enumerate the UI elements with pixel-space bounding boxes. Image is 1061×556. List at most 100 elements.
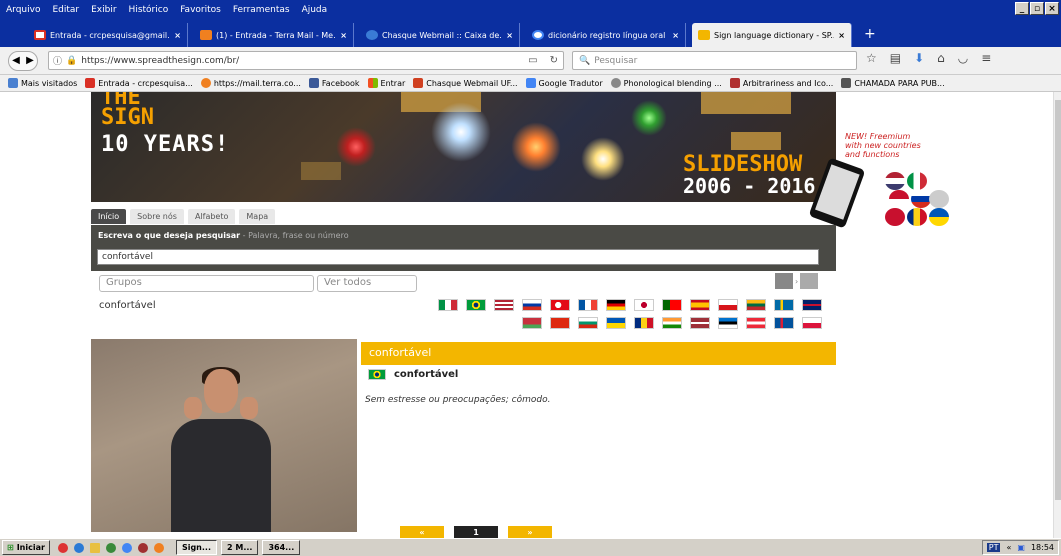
chrome-icon[interactable] [121, 542, 132, 553]
bookmark-item[interactable]: Entrar [367, 78, 405, 88]
user-toggle[interactable]: › [775, 272, 825, 290]
flag-spain-icon[interactable] [690, 299, 710, 311]
tab-terra[interactable]: (1) - Entrada - Terra Mail - Me... × [194, 23, 354, 47]
task-firefox[interactable]: Sign... [175, 540, 217, 555]
close-tab-icon[interactable]: × [340, 31, 347, 40]
pocket-icon[interactable]: ◡ [958, 51, 968, 65]
app-icon[interactable] [137, 542, 148, 553]
flag-turkey-icon[interactable] [550, 299, 570, 311]
task-pdf[interactable]: 364... [262, 540, 301, 555]
bookmark-star-icon[interactable]: ☆ [866, 51, 877, 65]
flag-russia-icon[interactable] [522, 299, 542, 311]
close-window-button[interactable]: × [1045, 2, 1059, 15]
browser-icon[interactable] [57, 542, 68, 553]
bookmark-item[interactable]: Entrada - crcpesquisa... [85, 78, 193, 88]
flag-france-icon[interactable] [578, 299, 598, 311]
flag-brazil-icon[interactable] [466, 299, 486, 311]
site-tab-alfabeto[interactable]: Alfabeto [187, 209, 236, 224]
flag-iceland-icon[interactable] [774, 317, 794, 329]
reload-icon[interactable]: ↻ [550, 55, 558, 66]
start-button[interactable]: ⊞ Iniciar [2, 540, 50, 555]
vertical-scrollbar[interactable] [1053, 92, 1061, 538]
flag-germany-icon[interactable] [606, 299, 626, 311]
close-tab-icon[interactable]: × [672, 31, 679, 40]
menu-exibir[interactable]: Exibir [85, 5, 122, 15]
restore-button[interactable]: ▫ [1030, 2, 1044, 15]
minimize-button[interactable]: _ [1015, 2, 1029, 15]
folder-icon[interactable] [89, 542, 100, 553]
menu-ferramentas[interactable]: Ferramentas [227, 5, 296, 15]
tray-icon[interactable]: ▣ [1017, 543, 1025, 552]
home-icon[interactable]: ⌂ [937, 51, 945, 65]
current-page[interactable]: 1 [454, 526, 498, 538]
flag-romania-icon[interactable] [634, 317, 654, 329]
menu-historico[interactable]: Histórico [123, 5, 175, 15]
tab-google[interactable]: dicionário registro língua oral ... × [526, 23, 686, 47]
flag-ukraine-icon[interactable] [606, 317, 626, 329]
sign-video[interactable] [91, 339, 357, 532]
prev-page-button[interactable]: « [400, 526, 444, 538]
url-text[interactable]: https://www.spreadthesign.com/br/ [81, 56, 239, 66]
new-tab-button[interactable]: + [864, 23, 876, 47]
menu-icon[interactable]: ≡ [981, 51, 991, 65]
see-all-select[interactable]: Ver todos [317, 275, 417, 292]
site-tab-sobre[interactable]: Sobre nós [130, 209, 184, 224]
search-input[interactable]: 🔍 Pesquisar [572, 51, 857, 70]
freemium-promo[interactable]: NEW! Freemium with new countries and fun… [845, 132, 921, 159]
flag-poland-icon[interactable] [802, 317, 822, 329]
bookmark-item[interactable]: Phonological blending ... [610, 78, 722, 88]
bookmark-item[interactable]: Arbitrariness and Ico... [729, 78, 833, 88]
close-tab-icon[interactable]: × [506, 31, 513, 40]
bookmark-item[interactable]: https://mail.terra.co... [200, 78, 301, 88]
download-icon[interactable]: ⬇ [914, 51, 924, 65]
library-icon[interactable]: ▤ [890, 51, 901, 65]
menu-arquivo[interactable]: Arquivo [0, 5, 46, 15]
back-forward-buttons[interactable]: ◀ ▶ [8, 50, 38, 71]
flag-india-icon[interactable] [662, 317, 682, 329]
menu-favoritos[interactable]: Favoritos [174, 5, 227, 15]
menu-editar[interactable]: Editar [46, 5, 85, 15]
chevron-left-icon[interactable]: « [1006, 543, 1011, 552]
slideshow-banner[interactable]: THE SIGN 10 YEARS! SLIDESHOW 2006 - 2016 [91, 92, 836, 202]
site-tab-inicio[interactable]: Início [91, 209, 127, 224]
flag-uk-icon[interactable] [802, 299, 822, 311]
flag-sweden-icon[interactable] [774, 299, 794, 311]
bookmark-item[interactable]: CHAMADA PARA PUB... [841, 78, 945, 88]
flag-belarus-icon[interactable] [522, 317, 542, 329]
flag-estonia-icon[interactable] [718, 317, 738, 329]
next-page-button[interactable]: » [508, 526, 552, 538]
bookmark-item[interactable]: Google Tradutor [525, 78, 603, 88]
person-icon[interactable] [775, 273, 793, 289]
bookmark-item[interactable]: Mais visitados [8, 78, 77, 88]
tab-chasque[interactable]: Chasque Webmail :: Caixa de... × [360, 23, 520, 47]
flag-latvia-icon[interactable] [690, 317, 710, 329]
result-word[interactable]: confortável [99, 300, 156, 311]
flag-portugal-icon[interactable] [662, 299, 682, 311]
sign-search-input[interactable]: confortável [97, 249, 819, 265]
flag-china-icon[interactable] [550, 317, 570, 329]
flag-bulgaria-icon[interactable] [578, 317, 598, 329]
media-icon[interactable] [105, 542, 116, 553]
person-icon[interactable] [800, 273, 819, 289]
site-tab-mapa[interactable]: Mapa [239, 209, 276, 224]
language-indicator[interactable]: PT [986, 543, 1001, 552]
flag-japan-icon[interactable] [634, 299, 654, 311]
reader-view-icon[interactable]: ▭ [528, 55, 537, 66]
flag-czech-icon[interactable] [718, 299, 738, 311]
groups-select[interactable]: Grupos [99, 275, 314, 292]
scrollbar-thumb[interactable] [1055, 100, 1061, 500]
tab-spreadthesign[interactable]: Sign language dictionary - SP... × [692, 23, 852, 47]
info-icon[interactable]: ⓘ [53, 54, 62, 67]
task-word[interactable]: 2 M... [221, 540, 259, 555]
flag-usa-icon[interactable] [494, 299, 514, 311]
close-tab-icon[interactable]: × [174, 31, 181, 40]
flag-italy-icon[interactable] [438, 299, 458, 311]
bookmark-item[interactable]: Chasque Webmail UF... [413, 78, 518, 88]
close-tab-icon[interactable]: × [838, 31, 845, 40]
menu-ajuda[interactable]: Ajuda [296, 5, 334, 15]
tab-gmail[interactable]: Entrada - crcpesquisa@gmail... × [28, 23, 188, 47]
back-arrow-icon[interactable]: ◀ [12, 55, 20, 66]
bookmark-item[interactable]: Facebook [308, 78, 360, 88]
flag-austria-icon[interactable] [746, 317, 766, 329]
firefox-icon[interactable] [153, 542, 164, 553]
